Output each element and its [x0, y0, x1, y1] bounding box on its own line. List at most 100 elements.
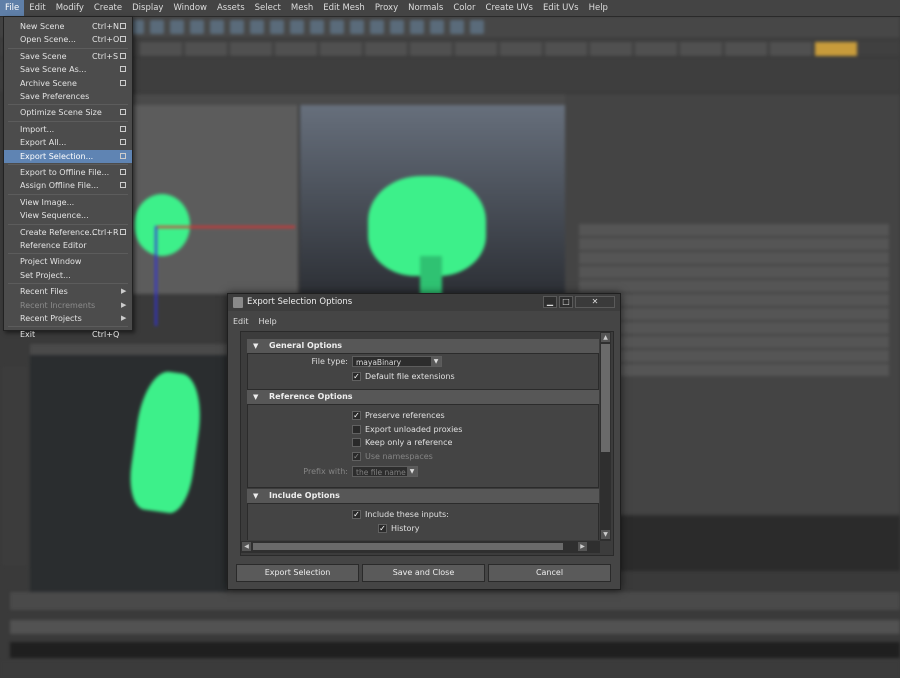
dialog-menu-edit[interactable]: Edit	[228, 317, 254, 326]
file-menu-item-optimize-scene-size[interactable]: Optimize Scene Size	[4, 106, 132, 119]
attr-row[interactable]	[579, 238, 889, 250]
attr-row[interactable]	[579, 280, 889, 292]
keep-only-ref-checkbox[interactable]	[352, 437, 361, 447]
keep-only-ref-row[interactable]: Keep only a reference	[352, 436, 452, 448]
shelf-tab-selected[interactable]	[815, 42, 857, 56]
file-menu-item-create-reference[interactable]: Create Reference... Ctrl+R	[4, 226, 132, 239]
menu-create-uvs[interactable]: Create UVs	[481, 0, 538, 16]
option-box-icon[interactable]	[120, 228, 126, 235]
shelf-tab[interactable]	[590, 42, 632, 56]
attr-row[interactable]	[579, 336, 889, 348]
tool-icon[interactable]	[190, 20, 204, 34]
menu-normals[interactable]: Normals	[403, 0, 448, 16]
shelf-tab[interactable]	[320, 42, 362, 56]
tool-icon[interactable]	[170, 20, 184, 34]
menu-modify[interactable]: Modify	[51, 0, 89, 16]
menu-window[interactable]: Window	[168, 0, 212, 16]
menu-select[interactable]: Select	[250, 0, 286, 16]
file-menu-item-assign-offline-file[interactable]: Assign Offline File...	[4, 179, 132, 192]
menu-help[interactable]: Help	[584, 0, 613, 16]
file-menu-item-archive-scene[interactable]: Archive Scene	[4, 77, 132, 90]
file-menu-item-open-scene[interactable]: Open Scene... Ctrl+O	[4, 33, 132, 46]
default-ext-checkbox[interactable]: ✓	[352, 371, 361, 381]
attr-row[interactable]	[579, 294, 889, 306]
section-header-general[interactable]: ▼ General Options	[247, 339, 599, 353]
option-box-icon[interactable]	[120, 125, 126, 132]
file-menu-item-recent-files[interactable]: Recent Files ▶	[4, 285, 132, 298]
file-menu-item-export-all[interactable]: Export All...	[4, 136, 132, 149]
file-menu-item-view-image[interactable]: View Image...	[4, 196, 132, 209]
shelf-tab[interactable]	[500, 42, 542, 56]
file-menu-item-recent-projects[interactable]: Recent Projects ▶	[4, 312, 132, 325]
tool-icon[interactable]	[230, 20, 244, 34]
export-unloaded-row[interactable]: Export unloaded proxies	[352, 423, 462, 435]
viewport-front[interactable]	[30, 346, 228, 606]
tool-icon[interactable]	[410, 20, 424, 34]
command-line[interactable]	[10, 642, 900, 658]
shelf-tab[interactable]	[725, 42, 767, 56]
shelf-tab[interactable]	[635, 42, 677, 56]
export-unloaded-checkbox[interactable]	[352, 424, 361, 434]
preserve-refs-checkbox[interactable]: ✓	[352, 410, 361, 420]
tool-icon[interactable]	[270, 20, 284, 34]
file-menu-item-save-preferences[interactable]: Save Preferences	[4, 90, 132, 103]
vertical-scrollbar[interactable]: ▲ ▼	[600, 332, 611, 541]
section-header-include[interactable]: ▼ Include Options	[247, 489, 599, 503]
tool-icon[interactable]	[250, 20, 264, 34]
shelf-tab[interactable]	[410, 42, 452, 56]
file-menu-item-view-sequence[interactable]: View Sequence...	[4, 209, 132, 222]
include-inputs-row[interactable]: ✓ Include these inputs:	[352, 508, 449, 520]
option-box-icon[interactable]	[120, 36, 126, 43]
shelf-tab[interactable]	[185, 42, 227, 56]
dialog-titlebar[interactable]: Export Selection Options ▁ □ ✕	[228, 294, 620, 311]
option-box-icon[interactable]	[120, 52, 126, 59]
tool-icon[interactable]	[330, 20, 344, 34]
tool-icon[interactable]	[350, 20, 364, 34]
export-selection-button[interactable]: Export Selection	[236, 564, 359, 582]
shelf-tab[interactable]	[455, 42, 497, 56]
scroll-thumb[interactable]	[253, 543, 563, 550]
option-box-icon[interactable]	[120, 79, 126, 86]
shelf-tab[interactable]	[275, 42, 317, 56]
attr-row[interactable]	[579, 308, 889, 320]
file-menu-item-new-scene[interactable]: New Scene Ctrl+N	[4, 20, 132, 33]
option-box-icon[interactable]	[120, 66, 126, 73]
shelf-tab[interactable]	[545, 42, 587, 56]
file-menu-item-exit[interactable]: Exit Ctrl+Q	[4, 328, 132, 341]
shelf-tab[interactable]	[680, 42, 722, 56]
menu-create[interactable]: Create	[89, 0, 127, 16]
menu-edit-uvs[interactable]: Edit UVs	[538, 0, 584, 16]
default-ext-checkbox-row[interactable]: ✓ Default file extensions	[352, 370, 455, 382]
tool-icon[interactable]	[290, 20, 304, 34]
horizontal-scrollbar[interactable]: ◀ ▶	[241, 541, 600, 553]
tool-icon[interactable]	[310, 20, 324, 34]
range-slider[interactable]	[10, 620, 900, 634]
menu-color[interactable]: Color	[448, 0, 480, 16]
tool-icon[interactable]	[430, 20, 444, 34]
shelf-tab[interactable]	[365, 42, 407, 56]
file-menu-item-export-selection[interactable]: Export Selection...	[4, 149, 132, 163]
file-menu-item-export-to-offline-file[interactable]: Export to Offline File...	[4, 166, 132, 179]
menu-mesh[interactable]: Mesh	[286, 0, 318, 16]
tool-icon[interactable]	[210, 20, 224, 34]
option-box-icon[interactable]	[120, 152, 126, 159]
file-menu-item-import[interactable]: Import...	[4, 123, 132, 136]
include-inputs-checkbox[interactable]: ✓	[352, 509, 361, 519]
preserve-refs-row[interactable]: ✓ Preserve references	[352, 409, 445, 421]
tool-icon[interactable]	[150, 20, 164, 34]
attr-row[interactable]	[579, 322, 889, 334]
attr-row[interactable]	[579, 350, 889, 362]
tool-icon[interactable]	[370, 20, 384, 34]
file-menu-item-project-window[interactable]: Project Window	[4, 255, 132, 268]
file-menu-item-set-project[interactable]: Set Project...	[4, 269, 132, 282]
tool-icon[interactable]	[450, 20, 464, 34]
menu-file[interactable]: File	[0, 0, 25, 16]
option-box-icon[interactable]	[120, 139, 126, 146]
shelf-tab[interactable]	[140, 42, 182, 56]
maximize-icon[interactable]: □	[559, 296, 573, 308]
scroll-right-icon[interactable]: ▶	[578, 542, 587, 551]
menu-display[interactable]: Display	[127, 0, 168, 16]
shelf-tab[interactable]	[230, 42, 272, 56]
scroll-down-icon[interactable]: ▼	[601, 530, 610, 539]
option-box-icon[interactable]	[120, 169, 126, 175]
